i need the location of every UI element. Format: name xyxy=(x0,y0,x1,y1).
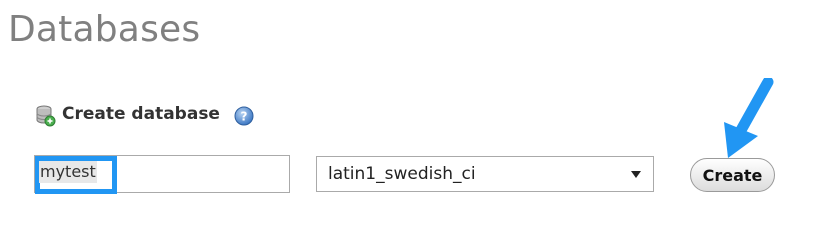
database-add-icon xyxy=(36,105,56,127)
databases-page: Databases Create database ? mytest latin… xyxy=(0,0,821,216)
svg-text:?: ? xyxy=(240,110,247,124)
page-title: Databases xyxy=(8,9,201,50)
collation-selected-value: latin1_swedish_ci xyxy=(328,164,476,184)
pointer-arrow-icon xyxy=(724,78,774,158)
database-name-input[interactable]: mytest xyxy=(34,155,290,194)
database-name-value: mytest xyxy=(39,161,97,183)
help-icon[interactable]: ? xyxy=(234,106,254,126)
dropdown-arrow-icon xyxy=(631,170,641,178)
create-database-label: Create database xyxy=(62,104,220,124)
create-button[interactable]: Create xyxy=(690,158,775,192)
create-database-header: Create database ? xyxy=(36,102,254,127)
collation-select[interactable]: latin1_swedish_ci xyxy=(316,156,654,192)
